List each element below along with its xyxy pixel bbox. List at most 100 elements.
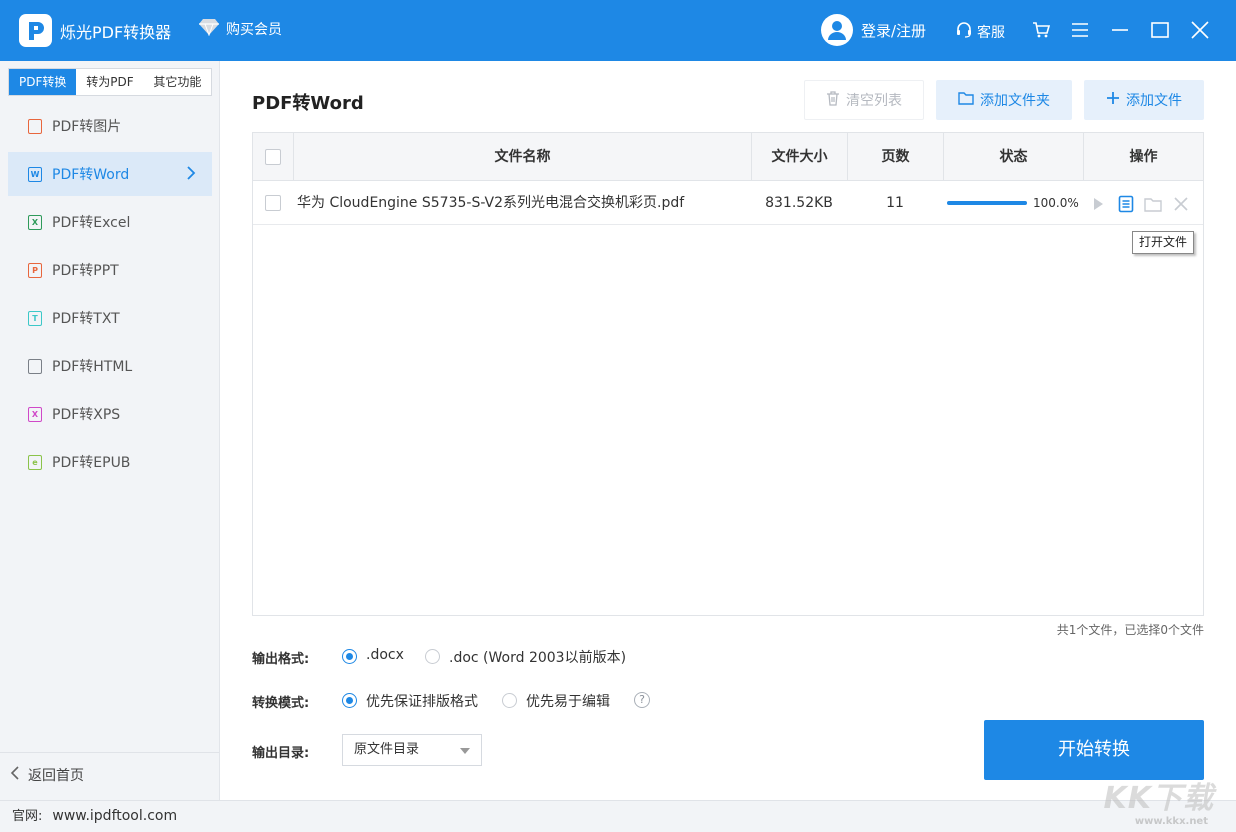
avatar[interactable] (821, 14, 853, 46)
sidebar-item-label: PDF转TXT (52, 311, 120, 327)
sidebar-item-label: PDF转PPT (52, 263, 119, 279)
sidebar-item-label: PDF转EPUB (52, 455, 131, 471)
file-name: 华为 CloudEngine S5735-S-V2系列光电混合交换机彩页.pdf (297, 195, 685, 211)
txt-file-icon: T (28, 310, 42, 326)
convert-mode-label: 转换模式: (252, 696, 310, 711)
epub-file-icon: e (28, 454, 42, 470)
tab-to-pdf[interactable]: 转为PDF (76, 69, 143, 95)
open-file-icon[interactable] (1117, 195, 1135, 213)
back-home-label: 返回首页 (28, 768, 84, 784)
select-all-checkbox[interactable] (265, 149, 281, 165)
cart-icon[interactable] (1029, 18, 1053, 42)
add-folder-button[interactable]: 添加文件夹 (936, 80, 1072, 120)
watermark-url: www.kkx.net (1134, 816, 1208, 827)
page-title: PDF转Word (252, 93, 364, 114)
file-table: 文件名称 文件大小 页数 状态 操作 华为 CloudEngine S5735-… (252, 132, 1204, 616)
diamond-icon (198, 18, 220, 40)
row-checkbox[interactable] (265, 195, 281, 211)
login-register-link[interactable]: 登录/注册 (861, 20, 926, 41)
chevron-right-icon (186, 165, 196, 185)
sidebar-item-pdf-to-ppt[interactable]: P PDF转PPT (8, 248, 212, 292)
website-link[interactable]: www.ipdftool.com (52, 808, 177, 824)
sidebar-item-pdf-to-html[interactable]: PDF转HTML (8, 344, 212, 388)
file-size: 831.52KB (765, 195, 833, 211)
sidebar-item-label: PDF转Excel (52, 215, 131, 231)
sidebar-item-pdf-to-txt[interactable]: T PDF转TXT (8, 296, 212, 340)
help-icon[interactable]: ? (634, 692, 650, 708)
sidebar-item-pdf-to-word[interactable]: W PDF转Word (8, 152, 212, 196)
table-row[interactable]: 华为 CloudEngine S5735-S-V2系列光电混合交换机彩页.pdf… (253, 181, 1203, 225)
option-doc-label[interactable]: .doc (Word 2003以前版本) (449, 647, 626, 667)
progress-percent: 100.0% (1033, 196, 1079, 210)
sidebar-tabs: PDF转换 转为PDF 其它功能 (8, 68, 212, 96)
watermark: KK下载 (1103, 781, 1214, 816)
file-summary: 共1个文件，已选择0个文件 (1056, 623, 1204, 637)
customer-service-button[interactable]: 客服 (955, 21, 1005, 43)
column-header-actions: 操作 (1083, 133, 1203, 181)
sidebar-item-label: PDF转XPS (52, 407, 121, 423)
add-file-button[interactable]: 添加文件 (1084, 80, 1204, 120)
close-icon[interactable] (1188, 18, 1212, 42)
caret-down-icon (460, 748, 470, 754)
minimize-icon[interactable] (1108, 18, 1132, 42)
play-icon[interactable] (1089, 195, 1107, 213)
sidebar-item-label: PDF转Word (52, 167, 130, 183)
html-file-icon (28, 358, 42, 374)
tab-pdf-convert[interactable]: PDF转换 (9, 69, 77, 95)
folder-icon (958, 91, 974, 109)
column-header-filesize: 文件大小 (751, 133, 847, 181)
menu-icon[interactable] (1068, 18, 1092, 42)
xps-file-icon: X (28, 406, 42, 422)
option-keep-layout-label[interactable]: 优先保证排版格式 (366, 691, 478, 711)
plus-icon (1106, 91, 1120, 109)
sidebar-divider (0, 752, 219, 753)
headset-icon (955, 21, 973, 43)
output-dir-select[interactable]: 原文件目录 (342, 734, 482, 766)
app-title: 烁光PDF转换器 (60, 23, 172, 42)
tab-other-functions[interactable]: 其它功能 (144, 69, 211, 95)
sidebar-item-pdf-to-image[interactable]: PDF转图片 (8, 104, 212, 148)
trash-icon (826, 90, 840, 110)
column-header-pages: 页数 (847, 133, 943, 181)
buy-vip-button[interactable]: 购买会员 (198, 18, 282, 40)
clear-list-button[interactable]: 清空列表 (804, 80, 924, 120)
remove-icon[interactable] (1172, 195, 1190, 213)
clear-list-label: 清空列表 (846, 93, 902, 109)
add-file-label: 添加文件 (1126, 93, 1182, 109)
website-label: 官网: (12, 809, 43, 824)
page-count: 11 (886, 195, 904, 211)
radio-doc[interactable] (425, 649, 440, 664)
title-bar: 烁光PDF转换器 购买会员 登录/注册 客服 (0, 0, 1236, 61)
ppt-file-icon: P (28, 262, 42, 278)
radio-docx[interactable] (342, 649, 357, 664)
status-bar: 官网: www.ipdftool.com (0, 800, 1236, 832)
option-easy-edit-label[interactable]: 优先易于编辑 (526, 691, 610, 711)
image-file-icon (28, 118, 42, 134)
sidebar-item-pdf-to-excel[interactable]: X PDF转Excel (8, 200, 212, 244)
service-label: 客服 (977, 25, 1005, 41)
column-header-status: 状态 (943, 133, 1083, 181)
sidebar: PDF转换 转为PDF 其它功能 PDF转图片 W PDF转Word X PDF… (0, 61, 220, 800)
start-convert-button[interactable]: 开始转换 (984, 720, 1204, 780)
progress-fill (947, 201, 1027, 205)
sidebar-item-pdf-to-epub[interactable]: e PDF转EPUB (8, 440, 212, 484)
add-folder-label: 添加文件夹 (980, 93, 1050, 109)
output-format-label: 输出格式: (252, 652, 310, 667)
open-file-tooltip: 打开文件 (1132, 231, 1195, 254)
back-home-button[interactable]: 返回首页 (10, 765, 84, 785)
app-logo (19, 14, 52, 47)
open-folder-icon[interactable] (1144, 195, 1162, 213)
option-docx-label[interactable]: .docx (366, 647, 404, 663)
sidebar-item-label: PDF转HTML (52, 359, 133, 375)
sidebar-item-label: PDF转图片 (52, 119, 122, 135)
radio-easy-edit[interactable] (502, 693, 517, 708)
buy-vip-label: 购买会员 (226, 22, 282, 38)
progress-bar (947, 201, 1027, 205)
chevron-left-icon (10, 765, 20, 785)
sidebar-item-pdf-to-xps[interactable]: X PDF转XPS (8, 392, 212, 436)
output-dir-value: 原文件目录 (354, 742, 420, 757)
excel-file-icon: X (28, 214, 42, 230)
radio-keep-layout[interactable] (342, 693, 357, 708)
output-dir-label: 输出目录: (252, 746, 310, 761)
maximize-icon[interactable] (1148, 18, 1172, 42)
